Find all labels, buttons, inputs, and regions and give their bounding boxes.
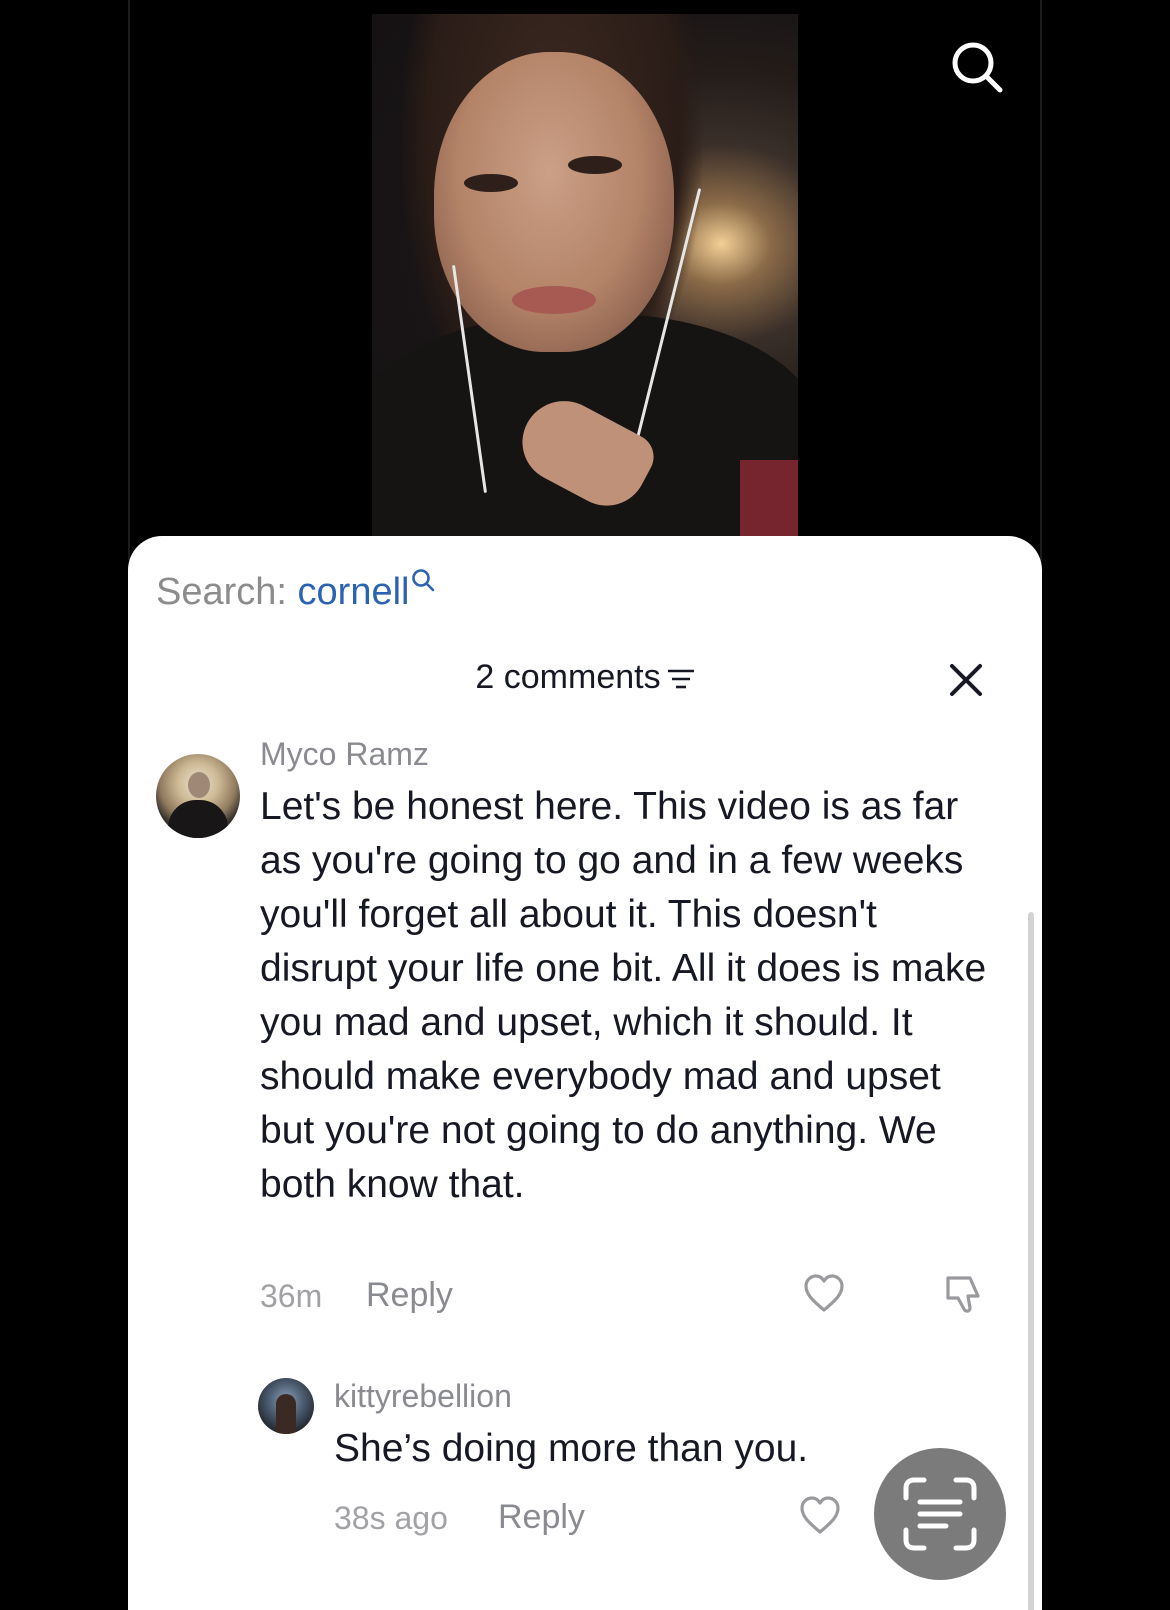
heart-icon[interactable] <box>802 1272 846 1316</box>
comment-time: 36m <box>260 1278 323 1314</box>
comments-count: 2 comments <box>475 658 661 696</box>
text-scan-button[interactable] <box>874 1448 1006 1580</box>
scrollbar[interactable] <box>1028 912 1034 1610</box>
search-icon[interactable] <box>950 40 1004 94</box>
heart-icon[interactable] <box>798 1494 842 1538</box>
screen-edge-right <box>1040 0 1042 560</box>
search-small-icon <box>412 569 435 592</box>
thumbs-down-icon[interactable] <box>940 1272 984 1316</box>
reply-button[interactable]: Reply <box>498 1498 585 1537</box>
avatar[interactable] <box>156 754 240 838</box>
search-suggestion[interactable]: Search: cornell <box>156 568 435 614</box>
search-query-link[interactable]: cornell <box>298 571 410 613</box>
comments-sheet: Search: cornell 2 comments Myco Ramz Let… <box>128 536 1042 1610</box>
comment-text: She’s doing more than you. <box>334 1427 809 1470</box>
comment-time: 38s ago <box>334 1500 448 1536</box>
comment-author[interactable]: Myco Ramz <box>260 736 429 773</box>
screen-edge-left <box>128 0 130 560</box>
video-player[interactable] <box>372 14 798 536</box>
close-icon[interactable] <box>946 660 986 700</box>
search-label: Search: <box>156 571 298 613</box>
reply-button[interactable]: Reply <box>366 1276 453 1315</box>
comment-text: Let's be honest here. This video is as f… <box>260 785 987 1206</box>
comment-author[interactable]: kittyrebellion <box>334 1378 512 1415</box>
avatar[interactable] <box>258 1378 314 1434</box>
filter-lines-icon[interactable] <box>667 668 695 690</box>
text-scan-icon <box>903 1477 977 1551</box>
comments-count-header[interactable]: 2 comments <box>128 658 1042 697</box>
